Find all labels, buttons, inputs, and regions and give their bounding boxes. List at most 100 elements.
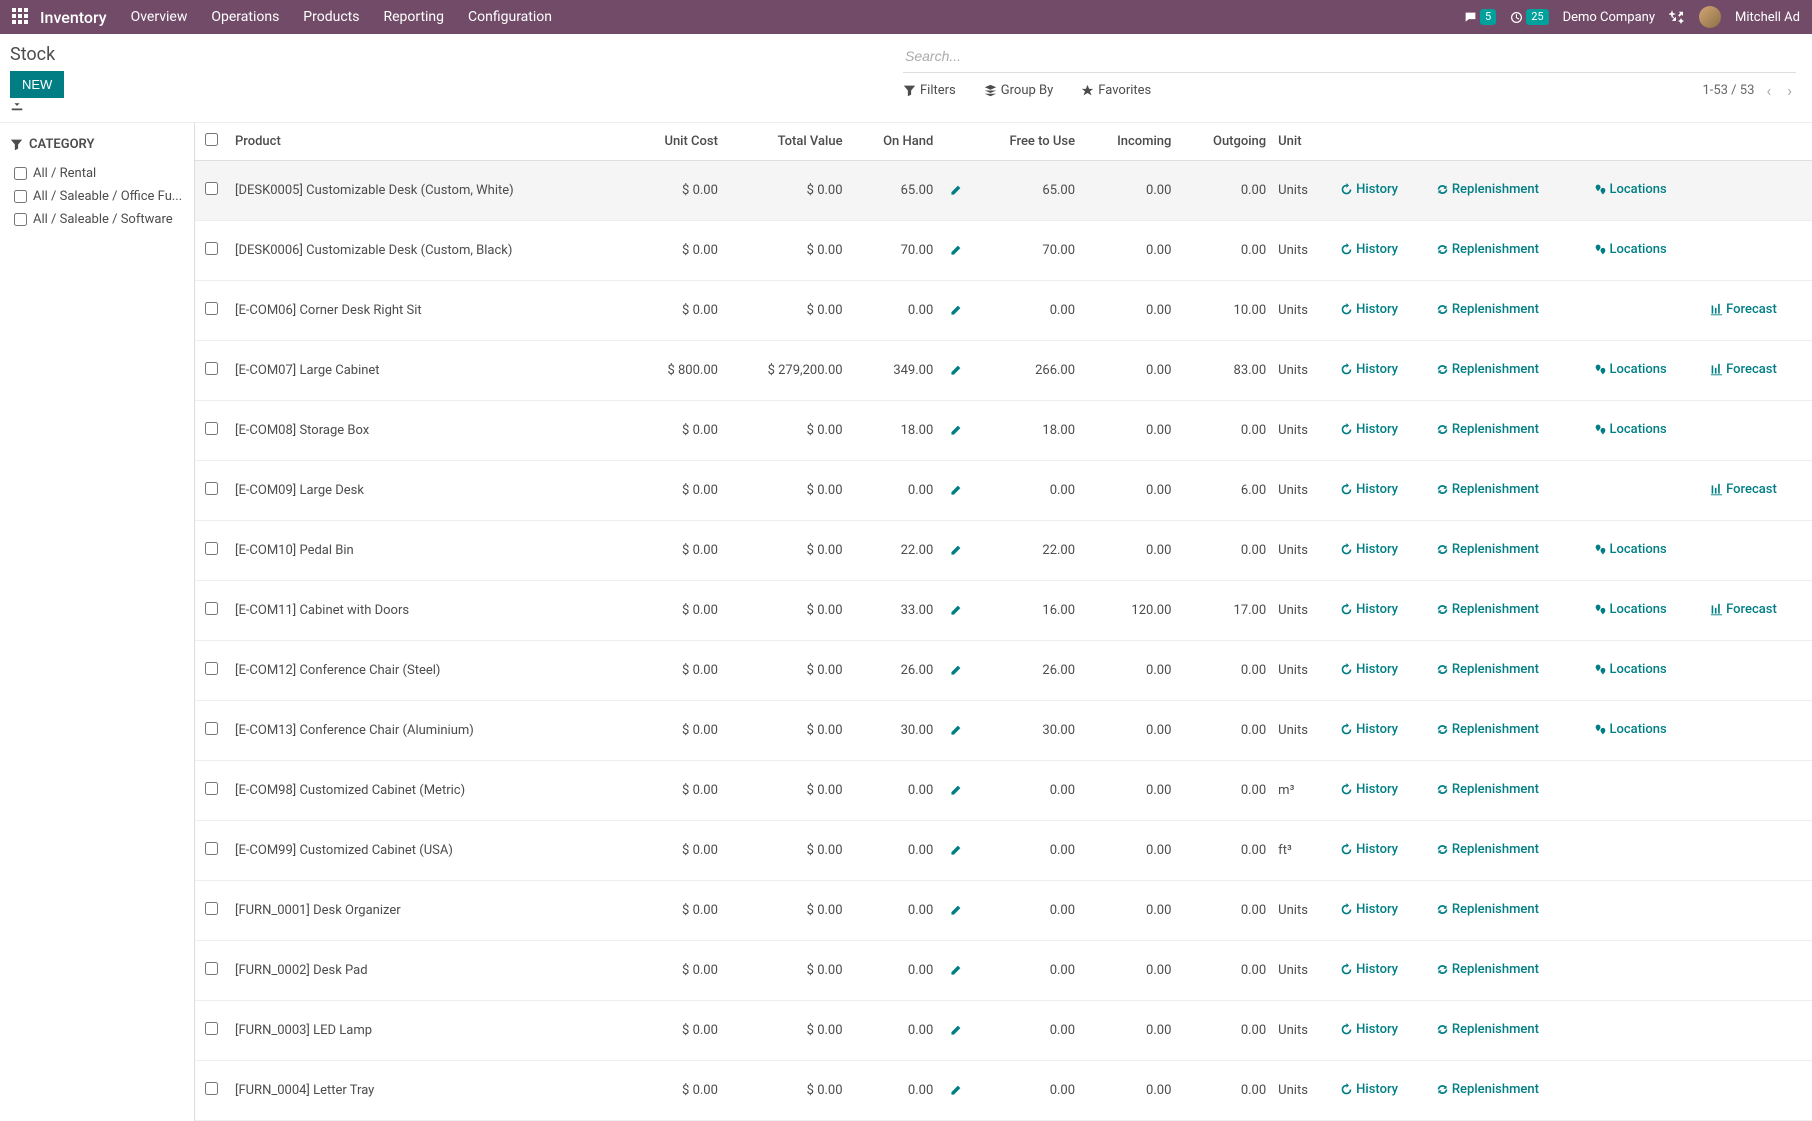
row-checkbox[interactable] [205,182,218,195]
replenishment-link[interactable]: Replenishment [1436,722,1539,737]
category-checkbox[interactable] [14,190,27,203]
table-row[interactable]: [E-COM99] Customized Cabinet (USA)$ 0.00… [195,821,1812,881]
edit-icon[interactable] [949,169,963,212]
replenishment-link[interactable]: Replenishment [1436,1082,1539,1097]
replenishment-link[interactable]: Replenishment [1436,662,1539,677]
history-link[interactable]: History [1340,542,1398,557]
user-label[interactable]: Mitchell Ad [1735,10,1800,25]
locations-link[interactable]: Locations [1594,602,1667,617]
edit-icon[interactable] [949,1009,963,1052]
locations-link[interactable]: Locations [1594,722,1667,737]
pager-next[interactable]: › [1783,81,1796,100]
replenishment-link[interactable]: Replenishment [1436,302,1539,317]
search-input[interactable] [903,44,1796,68]
row-checkbox[interactable] [205,662,218,675]
chat-button[interactable]: 5 [1464,9,1496,25]
replenishment-link[interactable]: Replenishment [1436,362,1539,377]
forecast-link[interactable]: Forecast [1710,602,1777,617]
edit-icon[interactable] [949,1069,963,1112]
row-checkbox[interactable] [205,602,218,615]
edit-icon[interactable] [949,889,963,932]
new-button[interactable]: NEW [10,71,64,98]
row-checkbox[interactable] [205,542,218,555]
locations-link[interactable]: Locations [1594,542,1667,557]
replenishment-link[interactable]: Replenishment [1436,842,1539,857]
row-checkbox[interactable] [205,482,218,495]
replenishment-link[interactable]: Replenishment [1436,242,1539,257]
col-on-hand[interactable]: On Hand [851,123,942,161]
row-checkbox[interactable] [205,782,218,795]
avatar[interactable] [1699,6,1721,28]
row-checkbox[interactable] [205,962,218,975]
edit-icon[interactable] [949,229,963,272]
history-link[interactable]: History [1340,242,1398,257]
row-checkbox[interactable] [205,1082,218,1095]
favorites-button[interactable]: Favorites [1081,83,1151,98]
table-row[interactable]: [E-COM10] Pedal Bin$ 0.00$ 0.0022.0022.0… [195,521,1812,581]
history-link[interactable]: History [1340,1022,1398,1037]
select-all-checkbox[interactable] [205,133,218,146]
groupby-button[interactable]: Group By [984,83,1054,98]
edit-icon[interactable] [949,469,963,512]
table-row[interactable]: [E-COM07] Large Cabinet$ 800.00$ 279,200… [195,341,1812,401]
brand-label[interactable]: Inventory [40,8,107,27]
nav-overview[interactable]: Overview [131,9,188,25]
activity-button[interactable]: 25 [1510,9,1548,25]
col-unit[interactable]: Unit [1274,123,1334,161]
edit-icon[interactable] [949,589,963,632]
history-link[interactable]: History [1340,782,1398,797]
replenishment-link[interactable]: Replenishment [1436,782,1539,797]
col-total-value[interactable]: Total Value [726,123,851,161]
filters-button[interactable]: Filters [903,83,956,98]
col-unit-cost[interactable]: Unit Cost [631,123,726,161]
forecast-link[interactable]: Forecast [1710,302,1777,317]
locations-link[interactable]: Locations [1594,362,1667,377]
col-product[interactable]: Product [227,123,631,161]
locations-link[interactable]: Locations [1594,242,1667,257]
forecast-link[interactable]: Forecast [1710,362,1777,377]
row-checkbox[interactable] [205,1022,218,1035]
company-label[interactable]: Demo Company [1563,10,1655,25]
history-link[interactable]: History [1340,842,1398,857]
locations-link[interactable]: Locations [1594,662,1667,677]
replenishment-link[interactable]: Replenishment [1436,422,1539,437]
table-row[interactable]: [DESK0005] Customizable Desk (Custom, Wh… [195,161,1812,221]
history-link[interactable]: History [1340,422,1398,437]
history-link[interactable]: History [1340,902,1398,917]
pager-prev[interactable]: ‹ [1762,81,1775,100]
table-row[interactable]: [DESK0006] Customizable Desk (Custom, Bl… [195,221,1812,281]
table-row[interactable]: [E-COM08] Storage Box$ 0.00$ 0.0018.0018… [195,401,1812,461]
history-link[interactable]: History [1340,482,1398,497]
history-link[interactable]: History [1340,662,1398,677]
row-checkbox[interactable] [205,722,218,735]
nav-products[interactable]: Products [303,9,359,25]
edit-icon[interactable] [949,769,963,812]
apps-icon[interactable] [12,8,30,26]
edit-icon[interactable] [949,649,963,692]
export-button[interactable] [10,98,903,112]
replenishment-link[interactable]: Replenishment [1436,602,1539,617]
row-checkbox[interactable] [205,302,218,315]
history-link[interactable]: History [1340,962,1398,977]
history-link[interactable]: History [1340,302,1398,317]
edit-icon[interactable] [949,949,963,992]
table-row[interactable]: [E-COM98] Customized Cabinet (Metric)$ 0… [195,761,1812,821]
history-link[interactable]: History [1340,1082,1398,1097]
locations-link[interactable]: Locations [1594,422,1667,437]
table-row[interactable]: [E-COM13] Conference Chair (Aluminium)$ … [195,701,1812,761]
category-checkbox[interactable] [14,167,27,180]
history-link[interactable]: History [1340,602,1398,617]
table-row[interactable]: [FURN_0003] LED Lamp$ 0.00$ 0.000.000.00… [195,1001,1812,1061]
replenishment-link[interactable]: Replenishment [1436,182,1539,197]
col-outgoing[interactable]: Outgoing [1179,123,1274,161]
edit-icon[interactable] [949,529,963,572]
nav-configuration[interactable]: Configuration [468,9,552,25]
table-row[interactable]: [E-COM09] Large Desk$ 0.00$ 0.000.000.00… [195,461,1812,521]
edit-icon[interactable] [949,349,963,392]
nav-reporting[interactable]: Reporting [383,9,444,25]
sidebar-item[interactable]: All / Rental [10,162,184,185]
replenishment-link[interactable]: Replenishment [1436,1022,1539,1037]
row-checkbox[interactable] [205,902,218,915]
col-free[interactable]: Free to Use [971,123,1083,161]
table-row[interactable]: [FURN_0002] Desk Pad$ 0.00$ 0.000.000.00… [195,941,1812,1001]
